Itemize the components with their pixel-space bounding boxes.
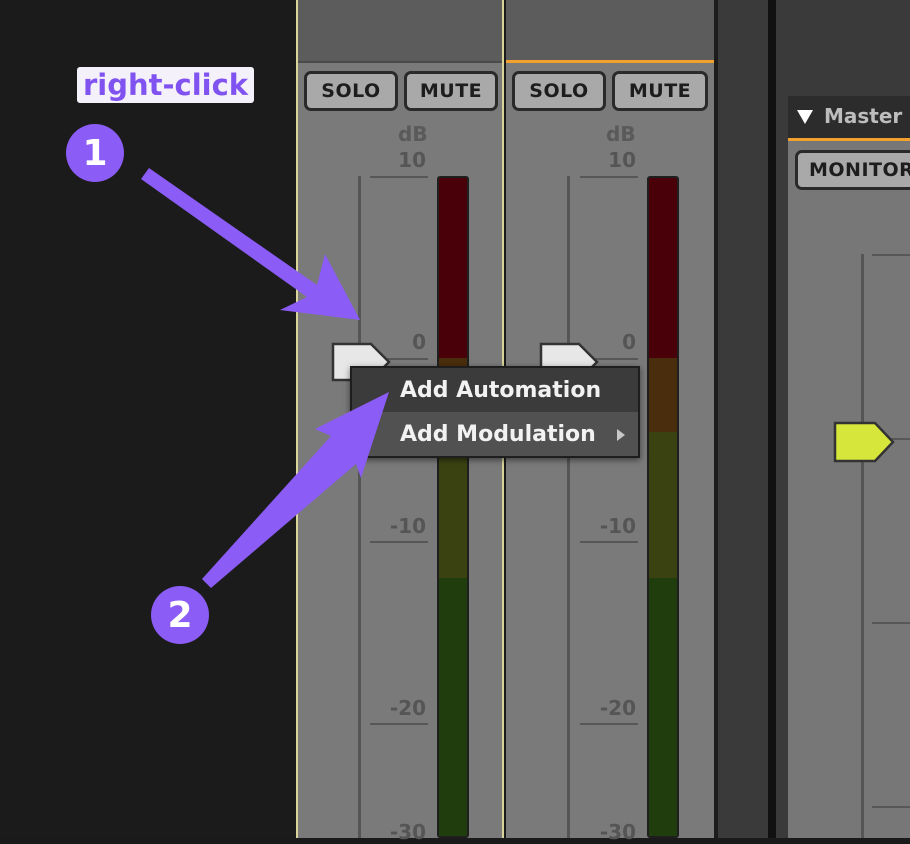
arrow-1-icon	[141, 168, 360, 320]
step-badge-2: 2	[151, 586, 209, 644]
annotation-arrows	[141, 168, 389, 588]
right-click-hint: right-click	[77, 67, 254, 103]
arrow-2-icon	[202, 392, 389, 588]
step-badge-1: 1	[66, 124, 124, 182]
